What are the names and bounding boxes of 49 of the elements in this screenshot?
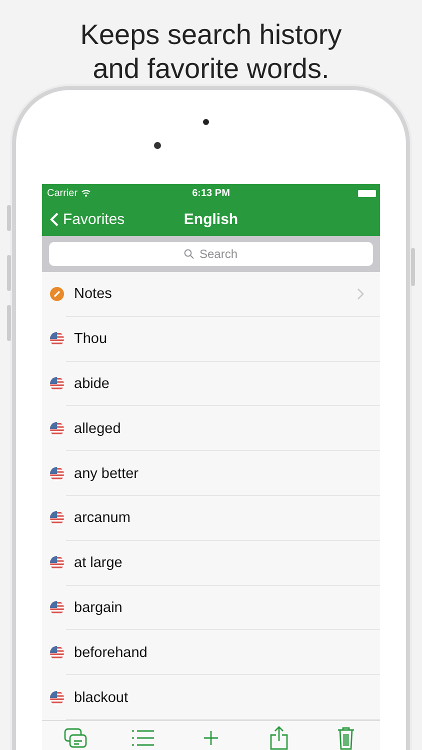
chevron-left-icon [50,212,59,226]
search-icon [184,249,194,259]
share-icon [270,726,288,750]
flag-icon [50,466,64,481]
word-label: abide [74,376,110,392]
cards-button[interactable] [62,726,89,750]
wifi-icon [80,189,91,197]
word-label: at large [74,555,124,572]
flag-icon [50,690,64,705]
flag-icon [50,646,64,660]
status-time: 6:13 PM [192,188,230,198]
list-item[interactable]: blackout [42,675,380,720]
word-label: beforehand [74,644,148,661]
word-label: arcanum [74,510,132,526]
list-item[interactable]: bargain [42,586,380,630]
headline-text: Keeps search history [80,18,342,52]
list-item[interactable]: arcanum [42,496,380,541]
flag-icon [50,332,64,346]
word-label: Notes [74,286,113,302]
list-icon [131,728,156,748]
camera-dot [203,119,209,125]
screen-title: English [184,210,238,228]
list-item[interactable]: alleged [42,406,380,452]
headline-text: and favorite words. [92,52,330,86]
chevron-right-icon [357,288,364,300]
trash-icon [337,726,356,750]
word-label: bargain [74,600,124,616]
word-label: alleged [74,420,122,437]
pencil-icon [50,287,64,302]
back-button[interactable]: Favorites [42,210,125,228]
add-icon [202,730,219,746]
list-item[interactable]: Thou [42,316,380,362]
list-item[interactable]: any better [42,451,380,496]
word-label: blackout [74,690,130,706]
battery-icon [358,190,376,196]
list-item[interactable]: abide [42,362,380,406]
carrier-label: Carrier [47,188,78,198]
flag-icon [50,511,64,526]
search-placeholder: Search [199,247,238,261]
list-item[interactable]: beforehand [42,630,380,676]
sensor-dot [154,142,161,149]
flag-icon [50,422,64,436]
flag-icon [50,376,64,391]
list-item[interactable]: Notes [42,272,380,317]
word-label: Thou [74,331,108,348]
flag-icon [50,600,64,615]
list-item[interactable]: at large [42,540,380,586]
flag-icon [50,556,64,570]
word-label: any better [74,466,140,482]
